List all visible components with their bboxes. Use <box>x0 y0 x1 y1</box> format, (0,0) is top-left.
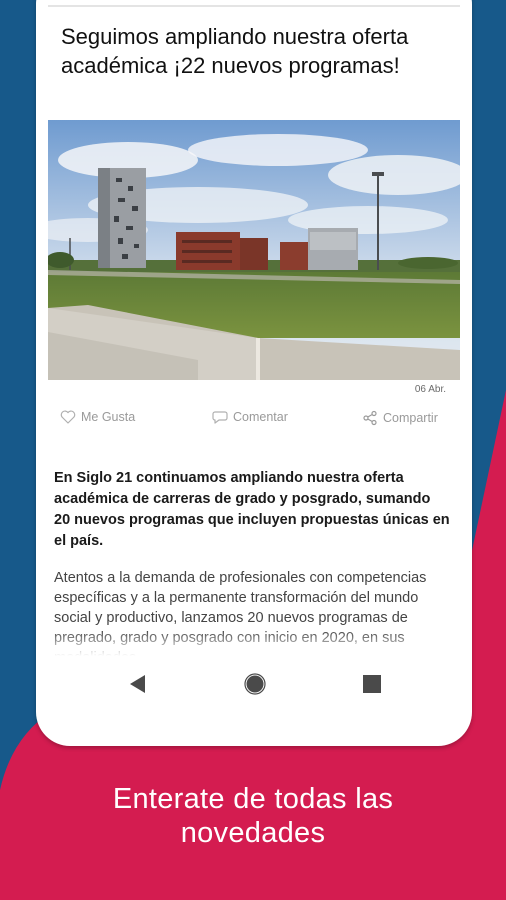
heart-icon <box>60 410 76 424</box>
article-actions: Me Gusta Comentar Compartir <box>48 410 460 430</box>
like-label: Me Gusta <box>81 410 136 424</box>
comment-icon <box>212 411 228 424</box>
recents-icon <box>363 675 381 693</box>
home-icon <box>244 673 266 695</box>
app-screen: Seguimos ampliando nuestra oferta académ… <box>48 0 460 656</box>
promo-tagline-line2: novedades <box>180 817 326 849</box>
article-title: Seguimos ampliando nuestra oferta académ… <box>61 24 409 78</box>
comment-label: Comentar <box>233 410 288 424</box>
share-label: Compartir <box>383 411 438 425</box>
share-button[interactable]: Compartir <box>362 410 438 426</box>
like-button[interactable]: Me Gusta <box>60 410 135 424</box>
nav-recents-button[interactable] <box>360 656 384 712</box>
nav-back-button[interactable] <box>126 656 150 712</box>
promo-tagline: Enterate de todas las novedades <box>0 782 506 850</box>
article-date: 06 Abr. <box>414 384 446 395</box>
divider <box>48 5 460 7</box>
android-nav-bar <box>48 656 460 712</box>
article-image <box>48 120 460 380</box>
comment-button[interactable]: Comentar <box>212 410 288 424</box>
share-icon <box>363 410 377 426</box>
nav-home-button[interactable] <box>242 656 268 712</box>
article-lead: En Siglo 21 continuamos ampliando nuestr… <box>54 470 450 549</box>
promo-tagline-line1: Enterate de todas las <box>112 783 394 815</box>
text-fade <box>48 630 460 656</box>
back-icon <box>130 675 145 693</box>
